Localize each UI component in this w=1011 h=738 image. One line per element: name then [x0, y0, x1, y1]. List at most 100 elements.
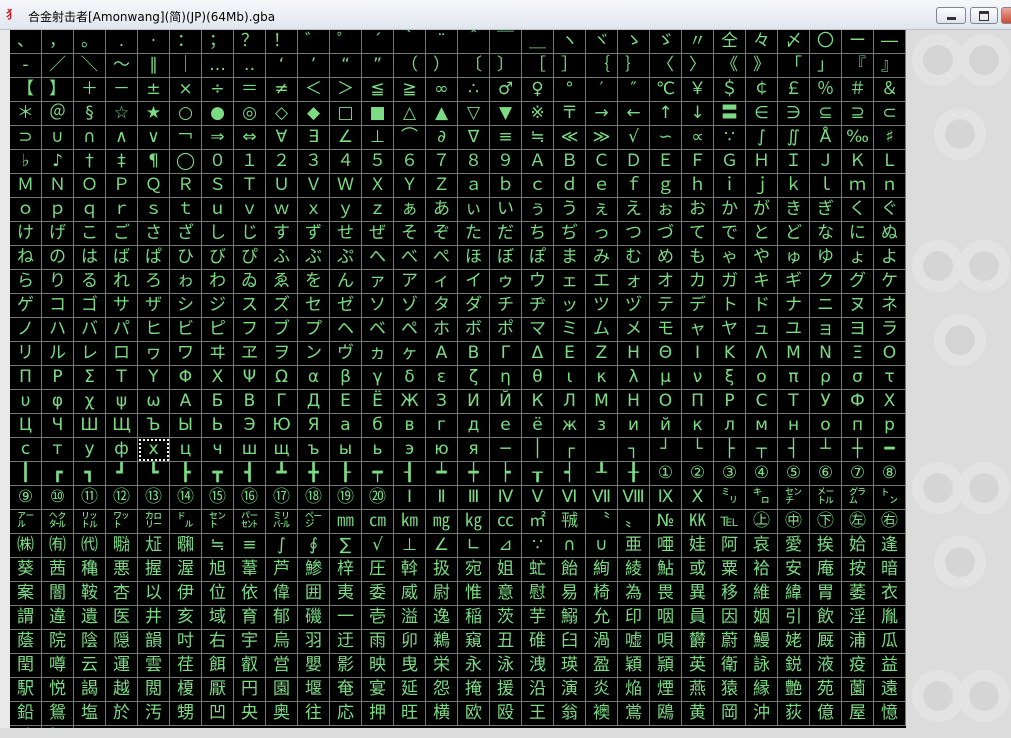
font-tile[interactable]: 淫	[842, 606, 874, 630]
font-tile[interactable]: ⊃	[10, 126, 42, 150]
font-tile[interactable]: 億	[810, 702, 842, 726]
font-tile[interactable]: 粟	[714, 558, 746, 582]
font-tile[interactable]: γ	[362, 366, 394, 390]
font-tile[interactable]: ☆	[106, 102, 138, 126]
font-tile[interactable]: ヲ	[266, 342, 298, 366]
font-tile[interactable]: ＝	[234, 78, 266, 102]
font-tile[interactable]: ①	[650, 462, 682, 486]
font-tile[interactable]: 「	[778, 54, 810, 78]
font-tile[interactable]: ь	[362, 438, 394, 462]
font-tile[interactable]: 惟	[458, 582, 490, 606]
font-tile[interactable]: ロ	[106, 342, 138, 366]
font-tile[interactable]: 慰	[522, 582, 554, 606]
font-tile[interactable]: ㌶	[42, 510, 74, 534]
font-tile[interactable]: ┘	[650, 438, 682, 462]
font-tile[interactable]: 雨	[362, 630, 394, 654]
font-tile[interactable]: ㌫	[234, 510, 266, 534]
font-tile[interactable]: Ｗ	[330, 174, 362, 198]
font-tile[interactable]: ｗ	[266, 198, 298, 222]
font-tile[interactable]: 黄	[682, 702, 714, 726]
font-tile[interactable]: з	[586, 414, 618, 438]
font-tile[interactable]: 闇	[42, 582, 74, 606]
font-tile[interactable]: 〈	[650, 54, 682, 78]
font-tile[interactable]: У	[810, 390, 842, 414]
font-tile[interactable]: ┷	[426, 462, 458, 486]
font-tile[interactable]: ㎞	[394, 510, 426, 534]
font-tile[interactable]: ュ	[746, 318, 778, 342]
font-tile[interactable]: Ｄ	[618, 150, 650, 174]
font-tile[interactable]: ペ	[394, 318, 426, 342]
font-tile[interactable]: Ь	[202, 414, 234, 438]
font-tile[interactable]: ぁ	[394, 198, 426, 222]
font-tile[interactable]: 瑛	[554, 654, 586, 678]
font-tile[interactable]: ＜	[298, 78, 330, 102]
font-tile[interactable]: ガ	[714, 270, 746, 294]
font-tile[interactable]: れ	[106, 270, 138, 294]
font-tile[interactable]: Ι	[682, 342, 714, 366]
font-tile[interactable]: н	[778, 414, 810, 438]
font-tile[interactable]: ○	[170, 102, 202, 126]
font-tile[interactable]: Н	[618, 390, 650, 414]
font-tile[interactable]: К	[522, 390, 554, 414]
font-tile[interactable]: ∩	[554, 534, 586, 558]
font-tile[interactable]: わ	[202, 270, 234, 294]
font-tile[interactable]: 応	[330, 702, 362, 726]
font-tile[interactable]: 栄	[426, 654, 458, 678]
close-button[interactable]	[1001, 7, 1011, 24]
font-tile[interactable]: ё	[522, 414, 554, 438]
font-tile[interactable]: ┿	[458, 462, 490, 486]
font-tile[interactable]: ∈	[746, 102, 778, 126]
font-tile[interactable]: 艶	[778, 678, 810, 702]
font-tile[interactable]: 煙	[650, 678, 682, 702]
font-tile[interactable]: ジ	[202, 294, 234, 318]
font-tile[interactable]: ж	[554, 414, 586, 438]
font-tile[interactable]: モ	[650, 318, 682, 342]
font-tile[interactable]: ゥ	[490, 270, 522, 294]
font-tile[interactable]: ご	[106, 222, 138, 246]
font-tile[interactable]: 院	[42, 630, 74, 654]
font-tile[interactable]: 』	[874, 54, 906, 78]
font-tile[interactable]: 〒	[554, 102, 586, 126]
font-tile[interactable]: 汚	[138, 702, 170, 726]
font-tile[interactable]: ギ	[778, 270, 810, 294]
font-tile[interactable]: 鴛	[42, 702, 74, 726]
font-tile[interactable]: ∠	[426, 534, 458, 558]
font-tile[interactable]: ∋	[778, 102, 810, 126]
font-tile[interactable]: （	[394, 54, 426, 78]
font-tile[interactable]: Ы	[170, 414, 202, 438]
font-tile[interactable]: Η	[618, 342, 650, 366]
font-tile[interactable]: ！	[266, 30, 298, 54]
font-tile[interactable]: ず	[298, 222, 330, 246]
font-tile[interactable]: ４	[330, 150, 362, 174]
font-tile[interactable]: ν	[682, 366, 714, 390]
font-tile[interactable]: 茨	[490, 606, 522, 630]
font-tile[interactable]: 芦	[266, 558, 298, 582]
font-tile[interactable]: ┤	[778, 438, 810, 462]
font-tile[interactable]: ┥	[554, 462, 586, 486]
font-tile[interactable]: Π	[10, 366, 42, 390]
font-tile[interactable]: 烏	[266, 630, 298, 654]
font-tile[interactable]: 飲	[810, 606, 842, 630]
font-tile[interactable]: Ｋ	[842, 150, 874, 174]
font-tile[interactable]: 欧	[458, 702, 490, 726]
font-tile[interactable]: 『	[842, 54, 874, 78]
font-tile[interactable]: ニ	[810, 294, 842, 318]
font-tile[interactable]: ∩	[74, 126, 106, 150]
font-tile[interactable]: 允	[586, 606, 618, 630]
font-tile[interactable]: ￣	[490, 30, 522, 54]
font-tile[interactable]: 〓	[714, 102, 746, 126]
font-tile[interactable]: て	[682, 222, 714, 246]
font-tile[interactable]: д	[458, 414, 490, 438]
font-tile[interactable]: 郁	[266, 606, 298, 630]
font-tile[interactable]: 永	[458, 654, 490, 678]
font-tile[interactable]: ｚ	[362, 198, 394, 222]
font-tile[interactable]: ぴ	[234, 246, 266, 270]
font-tile[interactable]: ∴	[458, 78, 490, 102]
font-tile[interactable]: 鴎	[650, 702, 682, 726]
font-tile[interactable]: ㎡	[522, 510, 554, 534]
font-tile[interactable]: オ	[650, 270, 682, 294]
font-tile[interactable]: ※	[522, 102, 554, 126]
font-tile[interactable]: Г	[266, 390, 298, 414]
font-tile[interactable]: у	[74, 438, 106, 462]
font-tile[interactable]: ≧	[394, 78, 426, 102]
